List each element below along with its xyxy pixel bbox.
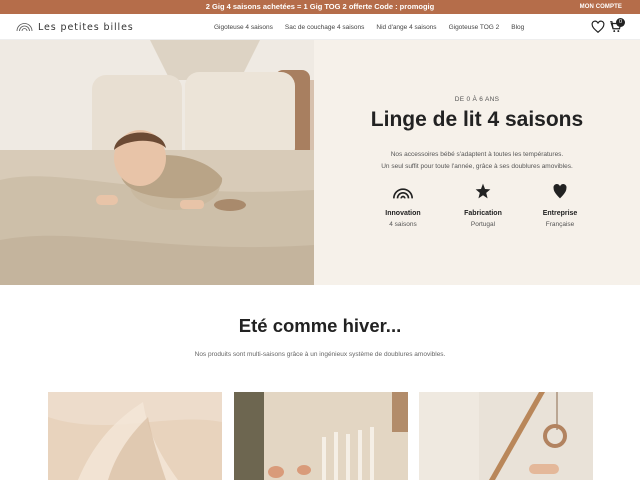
hero-description-line1: Nos accessoires bébé s'adaptent à toutes…	[390, 151, 564, 158]
feature-innovation: Innovation 4 saisons	[358, 182, 448, 228]
feature-list: Innovation 4 saisons Fabrication Portuga…	[314, 182, 640, 242]
rainbow-icon	[393, 188, 413, 199]
product-card-image-1[interactable]	[48, 392, 222, 480]
hero-title: Linge de lit 4 saisons	[370, 108, 584, 131]
site-header: Les petites billes Gigoteuse 4 saisons S…	[0, 14, 640, 40]
section-description: Nos produits sont multi-saisons grâce à …	[194, 351, 446, 358]
feature-subtitle: 4 saisons	[389, 221, 417, 228]
nav-item-gigoteuse-tog-2[interactable]: Gigoteuse TOG 2	[449, 24, 500, 31]
promo-text: 2 Gig 4 saisons achetées = 1 Gig TOG 2 o…	[205, 2, 435, 11]
hero-eyebrow: DE 0 À 6 ANS	[454, 96, 500, 103]
feature-title: Entreprise	[542, 210, 578, 217]
main-nav: Gigoteuse 4 saisons Sac de couchage 4 sa…	[214, 14, 536, 40]
section-title: Eté comme hiver...	[238, 315, 402, 336]
wishlist-heart-icon[interactable]	[591, 20, 605, 34]
feature-title: Innovation	[385, 210, 421, 217]
product-card-image-3[interactable]	[419, 392, 593, 480]
product-card-image-2[interactable]	[234, 392, 408, 480]
nav-item-nid-d-ange[interactable]: Nid d'ange 4 saisons	[376, 24, 436, 31]
feature-entreprise: Entreprise Française	[515, 182, 605, 228]
star-icon	[475, 183, 491, 199]
nav-item-sac-de-couchage[interactable]: Sac de couchage 4 saisons	[285, 24, 365, 31]
hero-section: DE 0 À 6 ANS Linge de lit 4 saisons Nos …	[0, 40, 640, 285]
hero-image-baby-on-bed	[0, 40, 314, 285]
hero-text-panel: DE 0 À 6 ANS Linge de lit 4 saisons Nos …	[314, 40, 640, 285]
heart-icon	[553, 183, 567, 199]
cart-count-badge: 0	[616, 18, 625, 27]
feature-subtitle: Française	[545, 221, 575, 228]
nav-item-gigoteuse-4-saisons[interactable]: Gigoteuse 4 saisons	[214, 24, 273, 31]
announcement-bar: 2 Gig 4 saisons achetées = 1 Gig TOG 2 o…	[0, 0, 640, 14]
hero-description-line2: Un seul suffit pour toute l'année, grâce…	[381, 163, 573, 170]
logo[interactable]: Les petites billes	[16, 19, 134, 35]
account-link[interactable]: MON COMPTE	[580, 0, 622, 14]
nav-item-blog[interactable]: Blog	[511, 24, 524, 31]
rainbow-logo-icon	[16, 23, 33, 32]
logo-text: Les petites billes	[38, 21, 134, 33]
